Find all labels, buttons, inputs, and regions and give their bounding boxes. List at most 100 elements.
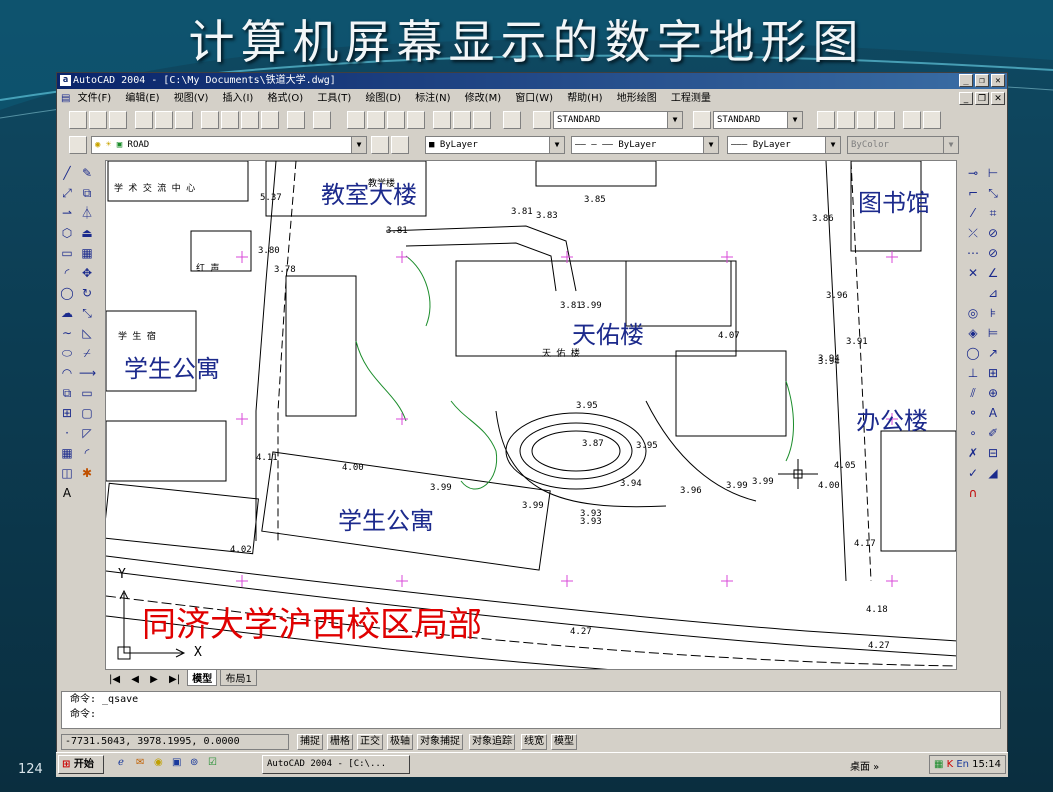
menu-survey[interactable]: 工程测量	[671, 93, 711, 104]
chevron-down-icon[interactable]: ▼	[943, 137, 958, 153]
osnap-node-icon[interactable]: ⚬	[965, 405, 981, 421]
chevron-down-icon[interactable]: ▼	[787, 112, 802, 128]
desktop-icon[interactable]: ☑	[208, 757, 217, 768]
tab-layout1[interactable]: 布局1	[220, 669, 257, 686]
osnap-none-icon[interactable]: ✗	[965, 445, 981, 461]
layer-tool-6-icon[interactable]	[923, 111, 941, 129]
arc-icon[interactable]: ◜	[59, 265, 75, 281]
preview-icon[interactable]	[155, 111, 173, 129]
tool-palettes-icon[interactable]	[473, 111, 491, 129]
rotate-icon[interactable]: ↻	[79, 285, 95, 301]
polyline-icon[interactable]: ⇀	[59, 205, 75, 221]
menu-view[interactable]: 视图(V)	[174, 93, 209, 104]
erase-icon[interactable]: ✎	[79, 165, 95, 181]
insert-block-icon[interactable]: ⧉	[59, 385, 75, 401]
dim-style-icon-right[interactable]: ◢	[985, 465, 1001, 481]
help-icon-tray[interactable]: ⊚	[190, 757, 198, 768]
menu-modify[interactable]: 修改(M)	[465, 93, 501, 104]
match-properties-icon[interactable]	[261, 111, 279, 129]
center-mark-icon[interactable]: ⊕	[985, 385, 1001, 401]
grid-toggle[interactable]: 栅格	[327, 734, 353, 750]
array-icon[interactable]: ▦	[79, 245, 95, 261]
chevron-down-icon[interactable]: ▼	[549, 137, 564, 153]
osnap-parallel-icon[interactable]: ⊥	[965, 365, 981, 381]
color-combo[interactable]: ■ ByLayer ▼	[425, 136, 565, 154]
cut-icon[interactable]	[201, 111, 219, 129]
tab-next-icon[interactable]: ▶	[146, 674, 162, 685]
text-style-icon[interactable]	[533, 111, 551, 129]
dim-baseline-icon[interactable]: ⊧	[985, 305, 1001, 321]
osnap-endpoint-icon[interactable]: ⊸	[965, 165, 981, 181]
circle-icon[interactable]: ◯	[59, 285, 75, 301]
chevron-down-icon[interactable]: ▼	[667, 112, 682, 128]
rectangle-icon[interactable]: ▭	[59, 245, 75, 261]
move-icon[interactable]: ✥	[79, 265, 95, 281]
zoom-window-icon[interactable]	[387, 111, 405, 129]
menu-insert[interactable]: 插入(I)	[223, 93, 254, 104]
zoom-previous-icon[interactable]	[407, 111, 425, 129]
point-icon[interactable]: ·	[59, 425, 75, 441]
redo-icon[interactable]	[313, 111, 331, 129]
osnap-intersection-icon[interactable]: ⁄	[965, 205, 981, 221]
osnap-midpoint-icon[interactable]: ⌐	[965, 185, 981, 201]
osnap-perpendicular-icon[interactable]: ◯	[965, 345, 981, 361]
polygon-icon[interactable]: ⬡	[59, 225, 75, 241]
undo-icon[interactable]	[287, 111, 305, 129]
menu-window[interactable]: 窗口(W)	[515, 93, 553, 104]
menu-help[interactable]: 帮助(H)	[567, 93, 602, 104]
model-toggle[interactable]: 模型	[551, 734, 577, 750]
osnap-quadrant-icon[interactable]: ◎	[965, 305, 981, 321]
open-icon[interactable]	[89, 111, 107, 129]
layer-tool-3-icon[interactable]	[857, 111, 875, 129]
dim-quick-icon[interactable]: ⊿	[985, 285, 1001, 301]
magnet-icon[interactable]: ∩	[965, 485, 981, 501]
layer-tool-2-icon[interactable]	[837, 111, 855, 129]
tab-last-icon[interactable]: ▶|	[165, 674, 184, 685]
dim-aligned-icon[interactable]: ⤡	[985, 185, 1001, 201]
fillet-icon[interactable]: ◜	[79, 445, 95, 461]
menu-tools[interactable]: 工具(T)	[317, 93, 351, 104]
menu-dimension[interactable]: 标注(N)	[415, 93, 450, 104]
osnap-apparent-icon[interactable]: ⤫	[965, 225, 981, 241]
snap-toggle[interactable]: 捕捉	[297, 734, 323, 750]
dim-linear-icon[interactable]: ⊢	[985, 165, 1001, 181]
print-icon[interactable]	[135, 111, 153, 129]
ellipse-arc-icon[interactable]: ◠	[59, 365, 75, 381]
chevron-down-icon[interactable]: ▼	[825, 137, 840, 153]
chevron-down-icon[interactable]: ▼	[703, 137, 718, 153]
trim-icon[interactable]: ⌿	[79, 345, 95, 361]
dim-angular-icon[interactable]: ∠	[985, 265, 1001, 281]
tab-prev-icon[interactable]: ◀	[127, 674, 143, 685]
chamfer-icon[interactable]: ◸	[79, 425, 95, 441]
osnap-center-icon[interactable]: ✕	[965, 265, 981, 281]
doc-minimize-button[interactable]: _	[959, 92, 973, 105]
start-button[interactable]: ⊞ 开始	[58, 755, 104, 774]
close-button[interactable]: ✕	[991, 74, 1005, 87]
doc-restore-button[interactable]: ❐	[975, 92, 989, 105]
lineweight-combo[interactable]: ——— ByLayer ▼	[727, 136, 841, 154]
construction-line-icon[interactable]: ⤢	[59, 185, 75, 201]
linetype-combo[interactable]: —— — —— ByLayer ▼	[571, 136, 719, 154]
menu-file[interactable]: 文件(F)	[78, 93, 112, 104]
desktop-toolbar[interactable]: 桌面 »	[850, 758, 879, 773]
properties-icon[interactable]	[433, 111, 451, 129]
extend-icon[interactable]: ⟶	[79, 365, 96, 381]
hatch-icon[interactable]: ▦	[59, 445, 75, 461]
pan-icon[interactable]	[347, 111, 365, 129]
osnap-settings-icon[interactable]: ✓	[965, 465, 981, 481]
copy-icon[interactable]	[221, 111, 239, 129]
region-icon[interactable]: ◫	[59, 465, 75, 481]
leader-icon[interactable]: ↗	[985, 345, 1001, 361]
revcloud-icon[interactable]: ☁	[59, 305, 75, 321]
text-style-combo[interactable]: STANDARD ▼	[553, 111, 683, 129]
autocad-app-icon[interactable]: a	[60, 75, 71, 86]
input-method-icon[interactable]: En	[956, 759, 969, 770]
explode-icon[interactable]: ✱	[79, 465, 95, 481]
taskbar-autocad-button[interactable]: AutoCAD 2004 - [C:\...	[262, 755, 410, 774]
tolerance-icon[interactable]: ⊞	[985, 365, 1001, 381]
dim-text-edit-icon[interactable]: ✐	[985, 425, 1001, 441]
layer-tool-4-icon[interactable]	[877, 111, 895, 129]
media-icon[interactable]: ◉	[154, 757, 163, 768]
copy-object-icon[interactable]: ⧉	[79, 185, 95, 201]
line-icon[interactable]: ╱	[59, 165, 75, 181]
